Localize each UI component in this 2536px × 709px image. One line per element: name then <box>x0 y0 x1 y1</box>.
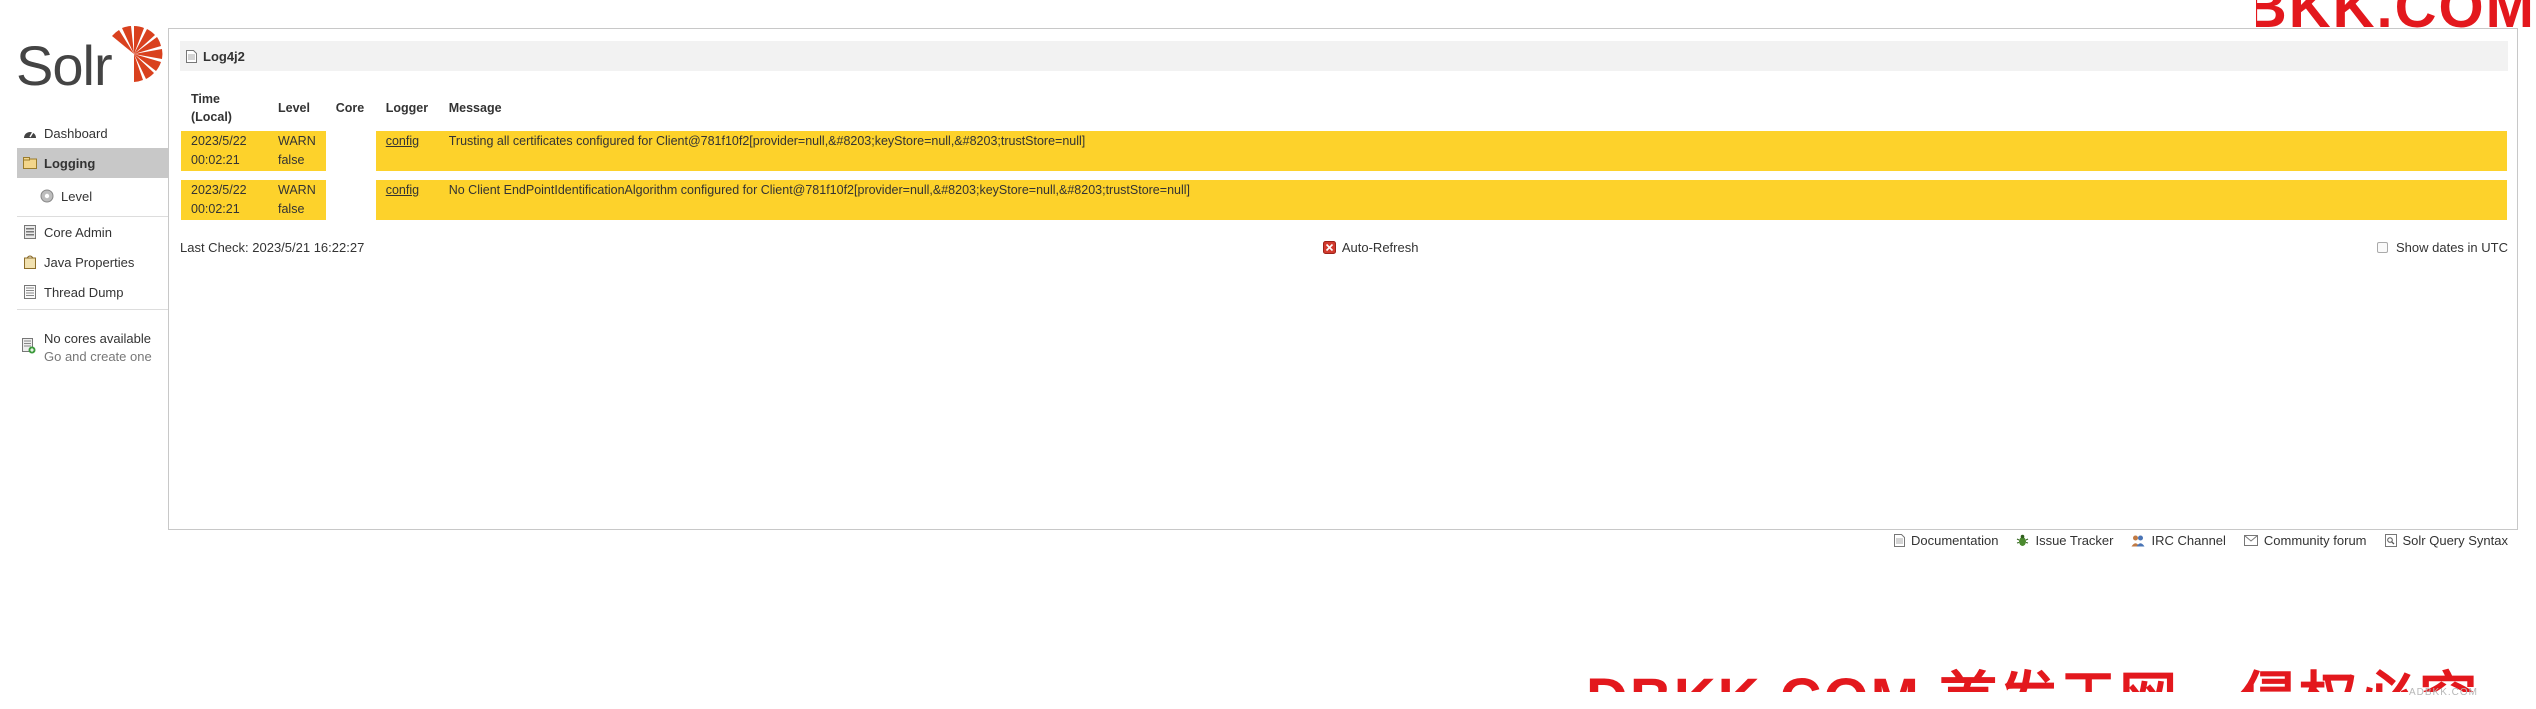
watermark-bottom: DBKK.COM 首发于网，侵权必究，转载请注明出处 <box>1586 652 2536 692</box>
link-label: IRC Channel <box>2151 533 2226 548</box>
log-message: Trusting all certificates configured for… <box>438 131 2507 171</box>
sidebar-item-label: Core Admin <box>44 224 112 240</box>
log-time-cell: 2023/5/22 00:02:21 <box>181 180 268 220</box>
thread-dump-icon <box>22 284 38 300</box>
link-label: Solr Query Syntax <box>2402 533 2509 548</box>
last-check-text: Last Check: 2023/5/21 16:22:27 <box>180 239 365 255</box>
irc-icon <box>2131 534 2145 547</box>
no-cores-icon <box>22 338 38 354</box>
column-header-logger[interactable]: Logger <box>376 85 439 131</box>
sidebar-item-java-properties[interactable]: Java Properties <box>17 247 168 277</box>
issue-tracker-link[interactable]: Issue Tracker <box>2016 533 2113 548</box>
bug-icon <box>2016 534 2029 547</box>
logger-link[interactable]: config <box>386 134 419 148</box>
link-label: Issue Tracker <box>2035 533 2114 548</box>
solr-logo[interactable]: Solr <box>16 24 163 97</box>
log-level: WARN <box>278 134 316 148</box>
log-logger-cell: config <box>375 180 439 220</box>
auto-refresh-label: Auto-Refresh <box>1341 239 1419 255</box>
dashboard-icon <box>22 125 38 141</box>
column-header-message[interactable]: Message <box>439 85 2507 131</box>
checkbox-icon[interactable] <box>2377 241 2388 253</box>
query-syntax-icon <box>2384 534 2397 547</box>
log-date: 2023/5/22 <box>191 183 247 197</box>
documentation-icon <box>1894 534 1905 547</box>
log-flag: false <box>278 202 305 216</box>
row-spacer <box>181 171 2507 180</box>
watermark-bottom-text: DBKK.COM 首发于网，侵权必究，转载请注明出处 <box>1586 652 2536 692</box>
log-table-header: Time (Local) Level Core Logger Message <box>181 85 2507 131</box>
table-row[interactable]: 2023/5/22 00:02:21 WARN false config Tru… <box>181 131 2507 171</box>
sidebar-item-core-admin[interactable]: Core Admin <box>17 217 168 247</box>
sidebar-item-label: Dashboard <box>44 125 108 141</box>
column-header-level[interactable]: Level <box>268 85 326 131</box>
log-table: Time (Local) Level Core Logger Message 2… <box>181 85 2507 220</box>
log-logger-cell: config <box>375 131 439 171</box>
logging-panel: Log4j2 Time (Local) Level Core Logger Me… <box>168 28 2518 530</box>
sidebar-item-thread-dump[interactable]: Thread Dump <box>17 277 168 307</box>
log-level-cell: WARN false <box>268 180 326 220</box>
documentation-link[interactable]: Documentation <box>1894 533 1998 548</box>
show-dates-utc-label: Show dates in UTC <box>2396 239 2508 255</box>
level-icon <box>39 188 55 204</box>
table-row[interactable]: 2023/5/22 00:02:21 WARN false config No … <box>181 180 2507 220</box>
auto-refresh-toggle[interactable]: Auto-Refresh <box>1322 239 1419 255</box>
solr-query-syntax-link[interactable]: Solr Query Syntax <box>2384 533 2509 548</box>
community-forum-link[interactable]: Community forum <box>2243 533 2367 548</box>
sidebar-item-label: Thread Dump <box>44 284 124 300</box>
log-level: WARN <box>278 183 316 197</box>
no-cores-notice[interactable]: No cores available Go and create one <box>17 330 168 366</box>
link-label: Community forum <box>2263 533 2367 548</box>
log-flag: false <box>278 153 305 167</box>
sidebar-item-logging[interactable]: Logging <box>17 148 168 178</box>
panel-header: Log4j2 <box>180 41 2508 71</box>
no-cores-title: No cores available <box>44 331 151 346</box>
mail-icon <box>2243 535 2258 546</box>
column-header-core[interactable]: Core <box>326 85 376 131</box>
log-time: 00:02:21 <box>191 202 240 216</box>
logo-text: Solr <box>16 34 113 97</box>
log-core-cell <box>326 131 376 171</box>
core-admin-icon <box>22 224 38 240</box>
document-icon <box>186 49 197 63</box>
watermark-small: ADBKK.COM <box>2408 687 2478 698</box>
sidebar-item-label: Level <box>61 188 93 204</box>
log-status-bar: Last Check: 2023/5/21 16:22:27 Auto-Refr… <box>180 235 2508 259</box>
irc-channel-link[interactable]: IRC Channel <box>2131 533 2226 548</box>
create-core-link[interactable]: Go and create one <box>44 348 152 366</box>
sidebar-item-label: Java Properties <box>44 254 135 270</box>
log-time-cell: 2023/5/22 00:02:21 <box>181 131 268 171</box>
java-properties-icon <box>22 254 38 270</box>
log-time: 00:02:21 <box>191 153 240 167</box>
log-message: No Client EndPointIdentificationAlgorith… <box>438 180 2507 220</box>
sidebar-item-level[interactable]: Level <box>17 178 168 214</box>
sidebar-divider <box>17 309 168 310</box>
logging-icon <box>22 155 38 171</box>
show-dates-utc-checkbox[interactable]: Show dates in UTC <box>2377 240 2508 255</box>
log-level-cell: WARN false <box>268 131 326 171</box>
column-header-time[interactable]: Time (Local) <box>181 85 268 131</box>
sidebar-item-label: Logging <box>44 155 96 171</box>
link-label: Documentation <box>1911 533 1999 548</box>
close-box-icon <box>1322 240 1336 254</box>
sidebar: Dashboard Logging Level Core Admin Java … <box>17 118 168 366</box>
footer-links: Documentation Issue Tracker IRC Channel … <box>1876 533 2508 548</box>
solr-sun-icon <box>112 26 163 82</box>
sidebar-item-dashboard[interactable]: Dashboard <box>17 118 168 148</box>
log-core-cell <box>326 180 376 220</box>
log-date: 2023/5/22 <box>191 134 247 148</box>
panel-title: Log4j2 <box>203 48 245 64</box>
logger-link[interactable]: config <box>386 183 419 197</box>
